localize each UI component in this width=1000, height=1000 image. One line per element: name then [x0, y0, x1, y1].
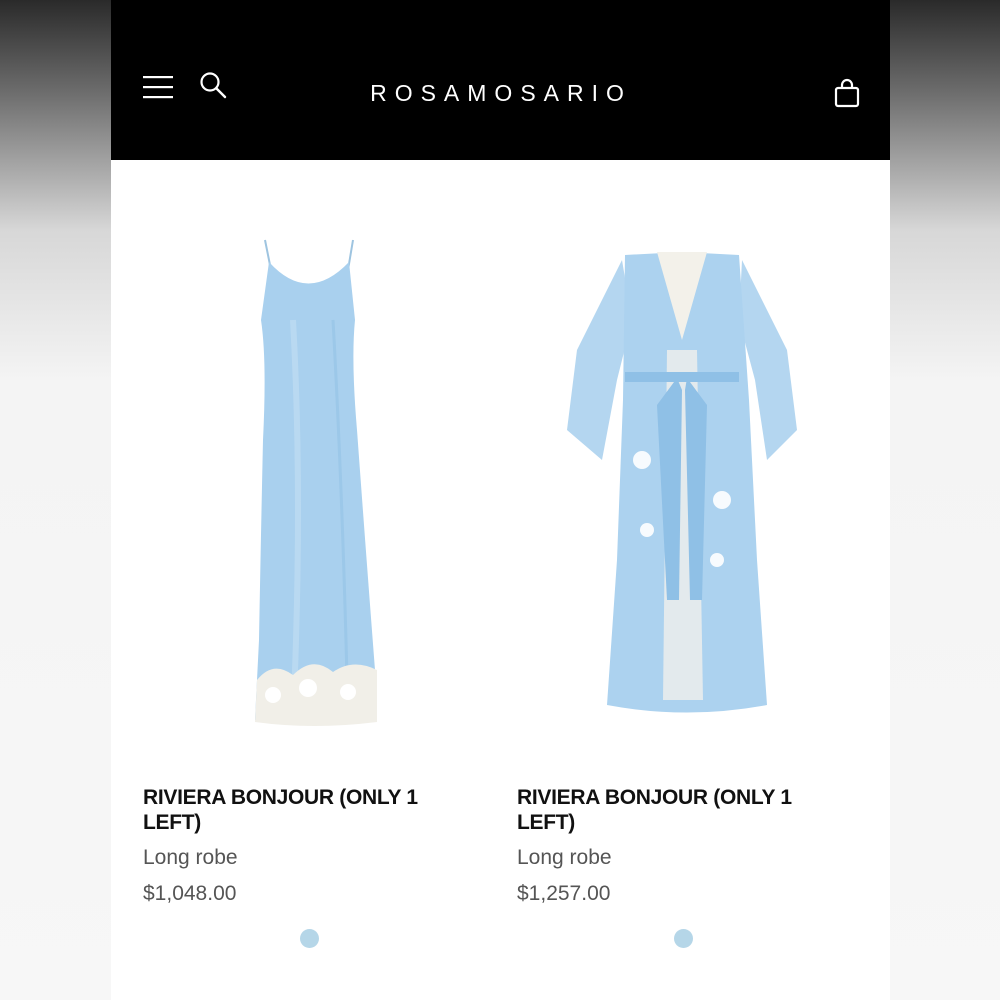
- color-swatch[interactable]: [674, 929, 693, 948]
- product-image-long-robe[interactable]: [517, 200, 857, 760]
- product-image-slip-dress[interactable]: [143, 200, 483, 760]
- product-subtitle: Long robe: [517, 846, 612, 869]
- app-screen: ROSAMOSARIO RIVIERA BONJOUR (ONLY 1 LEFT…: [111, 0, 890, 1000]
- menu-icon[interactable]: [143, 75, 173, 101]
- shopping-bag-icon[interactable]: [833, 78, 861, 108]
- top-navigation-bar: ROSAMOSARIO: [111, 0, 890, 160]
- product-title[interactable]: RIVIERA BONJOUR (ONLY 1 LEFT): [143, 785, 473, 835]
- product-subtitle: Long robe: [143, 846, 238, 869]
- search-icon[interactable]: [199, 71, 227, 99]
- product-price: $1,257.00: [517, 882, 611, 905]
- product-price: $1,048.00: [143, 882, 237, 905]
- product-title[interactable]: RIVIERA BONJOUR (ONLY 1 LEFT): [517, 785, 847, 835]
- brand-logo[interactable]: ROSAMOSARIO: [301, 80, 701, 107]
- color-swatch[interactable]: [300, 929, 319, 948]
